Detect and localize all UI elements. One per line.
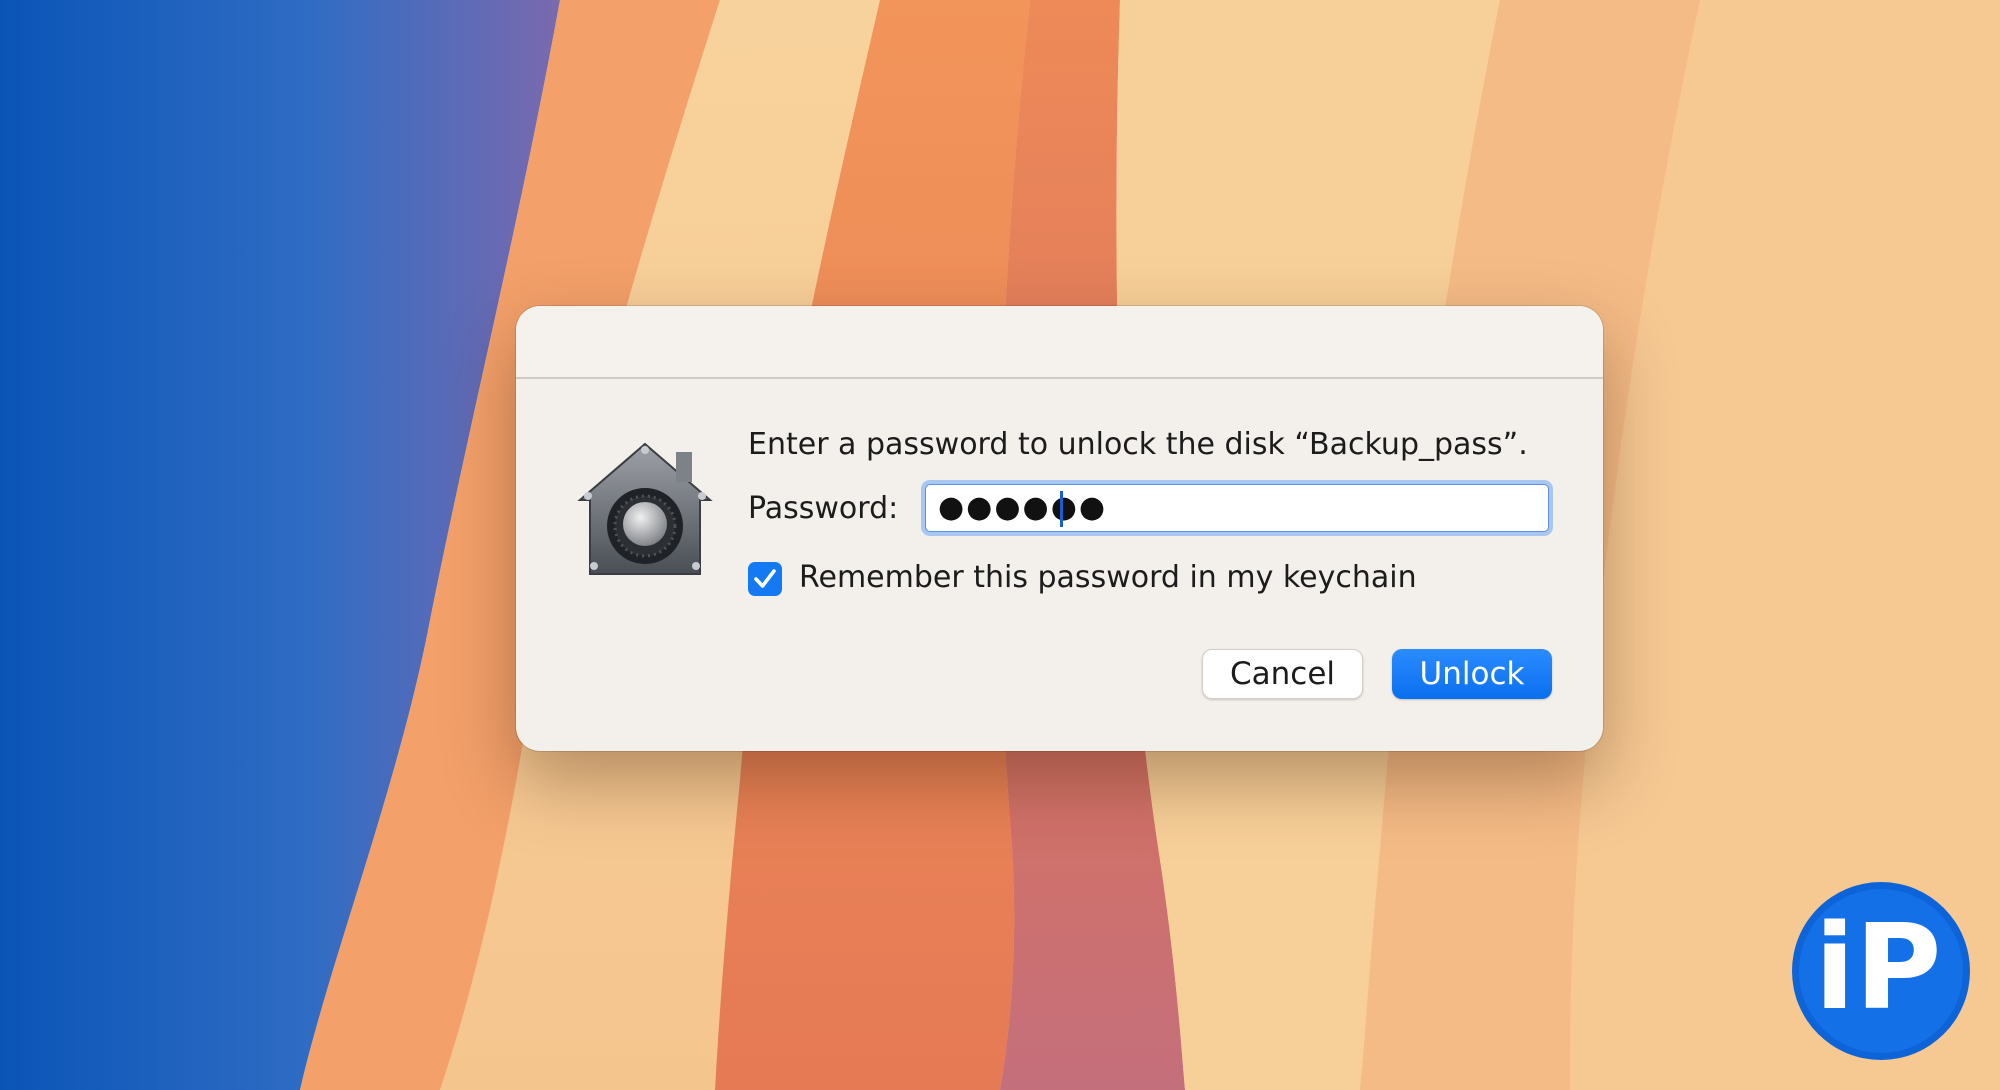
unlock-button[interactable]: Unlock	[1392, 649, 1552, 699]
dialog-titlebar	[516, 306, 1603, 379]
gatekeeper-lock-house-icon	[577, 442, 713, 575]
dialog-message: Enter a password to unlock the disk “Bac…	[748, 427, 1528, 462]
iphones-logo-icon: iP	[1792, 882, 1970, 1060]
text-caret	[1060, 491, 1063, 527]
password-mask: ●●●●●●	[938, 490, 1108, 525]
cancel-button[interactable]: Cancel	[1202, 649, 1363, 699]
unlock-disk-dialog: Enter a password to unlock the disk “Bac…	[516, 306, 1603, 751]
checkmark-icon	[754, 569, 776, 588]
password-label: Password:	[748, 491, 899, 526]
desktop: Enter a password to unlock the disk “Bac…	[0, 0, 2000, 1090]
password-field[interactable]: ●●●●●●	[925, 484, 1549, 532]
remember-keychain-label[interactable]: Remember this password in my keychain	[799, 560, 1417, 595]
remember-keychain-checkbox[interactable]	[748, 562, 782, 596]
svg-text:iP: iP	[1815, 898, 1942, 1036]
